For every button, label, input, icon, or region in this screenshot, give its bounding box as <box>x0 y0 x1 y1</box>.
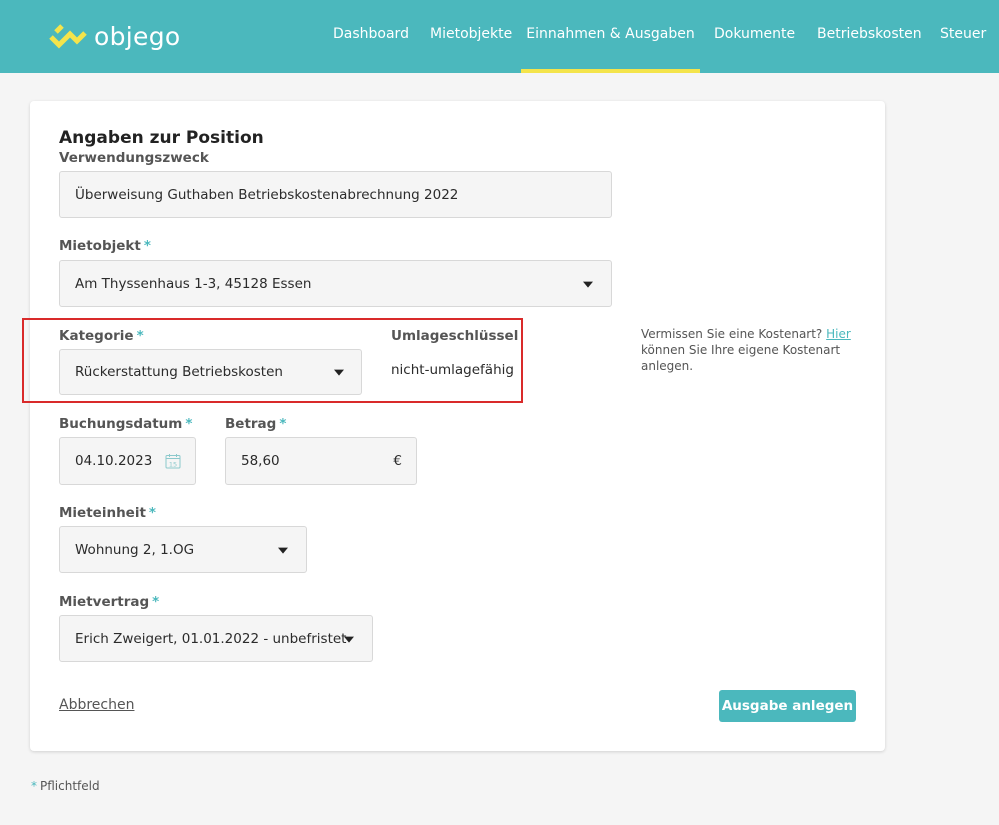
required-mark: * <box>136 328 144 344</box>
umlageschluessel-value: nicht-umlagefähig <box>391 362 514 378</box>
required-mark: * <box>279 416 287 432</box>
mieteinheit-value: Wohnung 2, 1.OG <box>75 541 195 558</box>
nav-betriebskosten[interactable]: Betriebskosten <box>817 0 922 73</box>
nav-dokumente[interactable]: Dokumente <box>714 0 795 73</box>
footnote-text: Pflichtfeld <box>40 779 100 793</box>
buchungsdatum-label: Buchungsdatum * <box>59 416 193 432</box>
nav-mietobjekte[interactable]: Mietobjekte <box>430 0 512 73</box>
logo-icon <box>49 24 87 49</box>
currency-symbol: € <box>393 453 402 469</box>
hint-link[interactable]: Hier <box>826 327 851 341</box>
cancel-link[interactable]: Abbrechen <box>59 697 134 713</box>
mietvertrag-value: Erich Zweigert, 01.01.2022 - unbefristet <box>75 630 347 647</box>
chevron-down-icon <box>334 369 344 376</box>
mietvertrag-select[interactable]: Erich Zweigert, 01.01.2022 - unbefristet <box>59 615 373 662</box>
mieteinheit-label: Mieteinheit * <box>59 505 156 521</box>
mietobjekt-label: Mietobjekt * <box>59 238 151 254</box>
nav-dashboard[interactable]: Dashboard <box>333 0 409 73</box>
hint-prefix: Vermissen Sie eine Kostenart? <box>641 327 823 341</box>
nav-einnahmen-ausgaben[interactable]: Einnahmen & Ausgaben <box>521 0 700 73</box>
kategorie-value: Rückerstattung Betriebskosten <box>75 364 283 380</box>
kostenart-hint: Vermissen Sie eine Kostenart? Hier könne… <box>641 326 851 374</box>
calendar-day-number: 15 <box>169 460 177 468</box>
required-mark: * <box>152 594 160 610</box>
betrag-label: Betrag * <box>225 416 287 432</box>
required-mark: * <box>143 238 151 254</box>
nav-steuer[interactable]: Steuer <box>940 0 986 73</box>
top-navigation-bar: objego Dashboard Mietobjekte Einnahmen &… <box>0 0 999 73</box>
chevron-down-icon <box>583 281 593 288</box>
mietobjekt-value: Am Thyssenhaus 1-3, 45128 Essen <box>75 275 312 292</box>
form-title: Angaben zur Position <box>59 128 264 148</box>
betrag-value: 58,60 <box>241 453 280 469</box>
kategorie-select[interactable]: Rückerstattung Betriebskosten <box>59 349 362 395</box>
umlageschluessel-label: Umlageschlüssel <box>391 328 519 344</box>
required-mark: * <box>31 779 37 793</box>
verwendungszweck-label: Verwendungszweck <box>59 150 209 166</box>
verwendungszweck-value: Überweisung Guthaben Betriebskostenabrec… <box>75 186 459 203</box>
chevron-down-icon <box>278 547 288 554</box>
verwendungszweck-input[interactable]: Überweisung Guthaben Betriebskostenabrec… <box>59 171 612 218</box>
buchungsdatum-value: 04.10.2023 <box>75 453 153 469</box>
kategorie-label: Kategorie * <box>59 328 144 344</box>
chevron-down-icon <box>344 636 354 643</box>
logo-text: objego <box>94 21 181 51</box>
submit-button[interactable]: Ausgabe anlegen <box>719 690 856 722</box>
calendar-icon[interactable]: 15 <box>165 453 181 469</box>
objego-logo[interactable]: objego <box>48 20 180 52</box>
hint-suffix: können Sie Ihre eigene Kostenart anlegen… <box>641 343 841 373</box>
mietvertrag-label: Mietvertrag * <box>59 594 160 610</box>
required-mark: * <box>148 505 156 521</box>
buchungsdatum-input[interactable]: 04.10.2023 15 <box>59 437 196 485</box>
required-mark: * <box>185 416 193 432</box>
mietobjekt-select[interactable]: Am Thyssenhaus 1-3, 45128 Essen <box>59 260 612 307</box>
betrag-input[interactable]: 58,60 € <box>225 437 417 485</box>
mieteinheit-select[interactable]: Wohnung 2, 1.OG <box>59 526 307 573</box>
required-footnote: * Pflichtfeld <box>31 779 100 793</box>
